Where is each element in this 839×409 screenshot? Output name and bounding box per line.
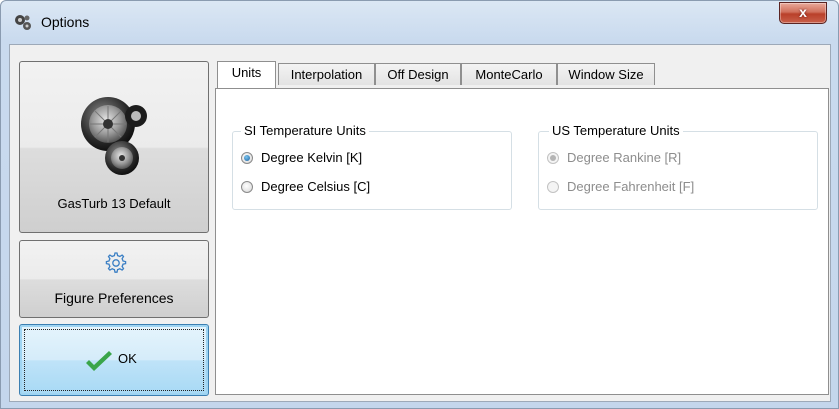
tab-montecarlo-label: MonteCarlo — [475, 67, 543, 82]
tab-montecarlo[interactable]: MonteCarlo — [461, 63, 557, 85]
default-button-label: GasTurb 13 Default — [57, 196, 171, 211]
tab-units[interactable]: Units — [217, 61, 276, 88]
close-button[interactable]: x — [779, 2, 827, 24]
window-title: Options — [41, 14, 90, 30]
tab-interpolation[interactable]: Interpolation — [278, 63, 375, 85]
radio-fahrenheit-circle — [547, 181, 559, 193]
radio-celsius-circle[interactable] — [241, 181, 253, 193]
tab-interpolation-label: Interpolation — [290, 67, 363, 82]
options-window: Options x GasTurb 13 Default Figure Pref… — [0, 0, 839, 409]
title-bar[interactable]: Options x — [1, 1, 838, 43]
radio-fahrenheit-label: Degree Fahrenheit [F] — [567, 179, 695, 194]
ok-button-label: OK — [118, 351, 137, 366]
us-group-legend: US Temperature Units — [549, 123, 683, 138]
app-gears-icon — [15, 15, 31, 30]
figure-preferences-button[interactable]: Figure Preferences — [19, 240, 209, 318]
us-temperature-group: US Temperature Units Degree Rankine [R] … — [538, 123, 818, 210]
radio-rankine-label: Degree Rankine [R] — [567, 150, 682, 165]
tab-units-label: Units — [231, 65, 262, 80]
focus-rectangle — [24, 329, 204, 391]
si-temperature-group: SI Temperature Units Degree Kelvin [K] D… — [232, 123, 512, 210]
tab-window-size[interactable]: Window Size — [557, 63, 655, 85]
figure-button-label: Figure Preferences — [54, 290, 174, 306]
tab-window-size-label: Window Size — [568, 67, 644, 82]
tab-off-design[interactable]: Off Design — [375, 63, 461, 85]
gasturb-default-button[interactable]: GasTurb 13 Default — [19, 61, 209, 233]
radio-kelvin-circle[interactable] — [241, 152, 253, 164]
ok-button[interactable]: OK — [19, 324, 209, 396]
turbine-engine-icon — [81, 97, 147, 175]
checkmark-icon — [86, 351, 112, 371]
radio-kelvin-label: Degree Kelvin [K] — [261, 150, 363, 165]
si-group-legend: SI Temperature Units — [241, 123, 369, 138]
gear-icon — [105, 252, 127, 273]
radio-rankine-circle — [547, 152, 559, 164]
radio-celsius-label: Degree Celsius [C] — [261, 179, 371, 194]
tab-off-design-label: Off Design — [387, 67, 449, 82]
close-icon: x — [799, 4, 807, 20]
